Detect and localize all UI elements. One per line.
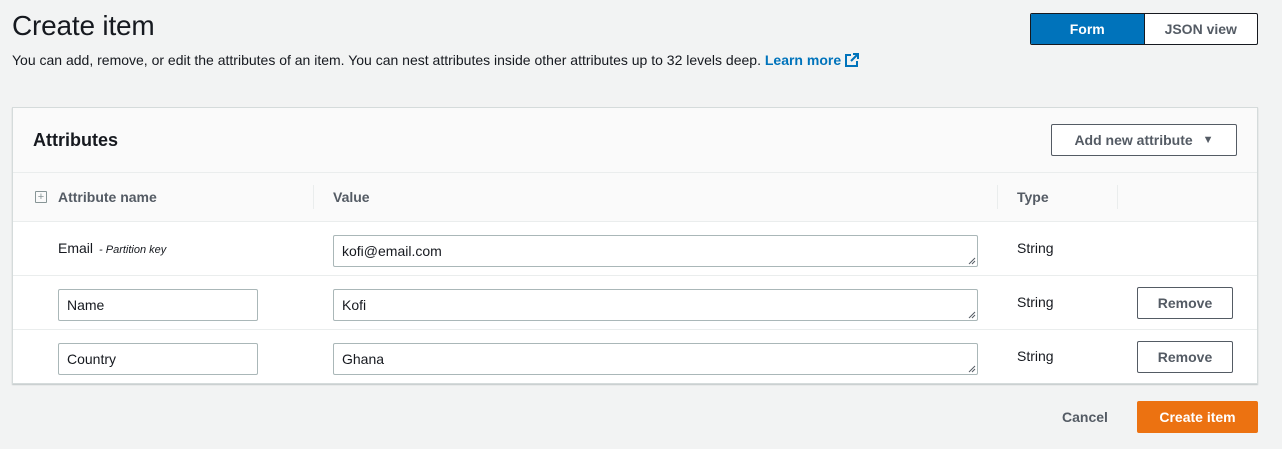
table-row-email: Email - Partition key kofi@email.com Stri… <box>13 222 1257 276</box>
column-header-value: Value <box>333 189 370 205</box>
attributes-table-header: + Attribute name Value Type <box>13 172 1257 222</box>
resize-grip-icon[interactable] <box>968 257 976 265</box>
add-new-attribute-button[interactable]: Add new attribute ▼ <box>1051 124 1237 156</box>
type-label: String <box>1017 240 1054 256</box>
caret-down-icon: ▼ <box>1202 134 1214 146</box>
value-text: Kofi <box>342 297 367 313</box>
external-link-icon <box>845 53 860 70</box>
column-divider <box>1117 185 1118 209</box>
value-field-name[interactable]: Kofi <box>333 289 978 321</box>
column-divider <box>997 185 998 209</box>
add-new-attribute-label: Add new attribute <box>1074 132 1193 148</box>
learn-more-label: Learn more <box>764 52 842 68</box>
learn-more-link[interactable]: Learn more <box>764 52 860 70</box>
form-view-button[interactable]: Form <box>1031 14 1144 44</box>
column-header-type: Type <box>1017 189 1049 205</box>
create-item-button[interactable]: Create item <box>1137 401 1258 433</box>
type-label: String <box>1017 294 1054 310</box>
attribute-name-text: Email <box>58 240 94 256</box>
remove-button[interactable]: Remove <box>1137 287 1233 319</box>
attributes-panel: Attributes Add new attribute ▼ + Attribu… <box>12 107 1258 384</box>
cancel-button[interactable]: Cancel <box>1050 401 1120 433</box>
value-text: kofi@email.com <box>342 243 442 259</box>
resize-grip-icon[interactable] <box>968 365 976 373</box>
type-label: String <box>1017 348 1054 364</box>
value-field-country[interactable]: Ghana <box>333 343 978 375</box>
view-toggle: Form JSON view <box>1030 13 1258 45</box>
column-header-attribute-name: Attribute name <box>58 189 157 205</box>
json-view-button[interactable]: JSON view <box>1143 14 1258 44</box>
attribute-name-input[interactable] <box>58 289 258 321</box>
column-divider <box>313 185 314 209</box>
table-row-name: Kofi String Remove <box>13 276 1257 330</box>
value-field-email[interactable]: kofi@email.com <box>333 235 978 267</box>
value-text: Ghana <box>342 351 385 367</box>
attribute-name-input[interactable] <box>58 343 258 375</box>
attributes-title: Attributes <box>33 130 118 150</box>
page-title: Create item <box>12 10 155 41</box>
attribute-name-email: Email - Partition key <box>58 240 166 256</box>
resize-grip-icon[interactable] <box>968 311 976 319</box>
expand-all-icon[interactable]: + <box>35 191 47 203</box>
table-row-country: Ghana String Remove <box>13 330 1257 384</box>
remove-button[interactable]: Remove <box>1137 341 1233 373</box>
page-description: You can add, remove, or edit the attribu… <box>12 52 860 70</box>
attributes-panel-header: Attributes Add new attribute ▼ <box>13 108 1257 172</box>
partition-key-note: - Partition key <box>99 244 167 256</box>
description-text: You can add, remove, or edit the attribu… <box>12 52 761 68</box>
